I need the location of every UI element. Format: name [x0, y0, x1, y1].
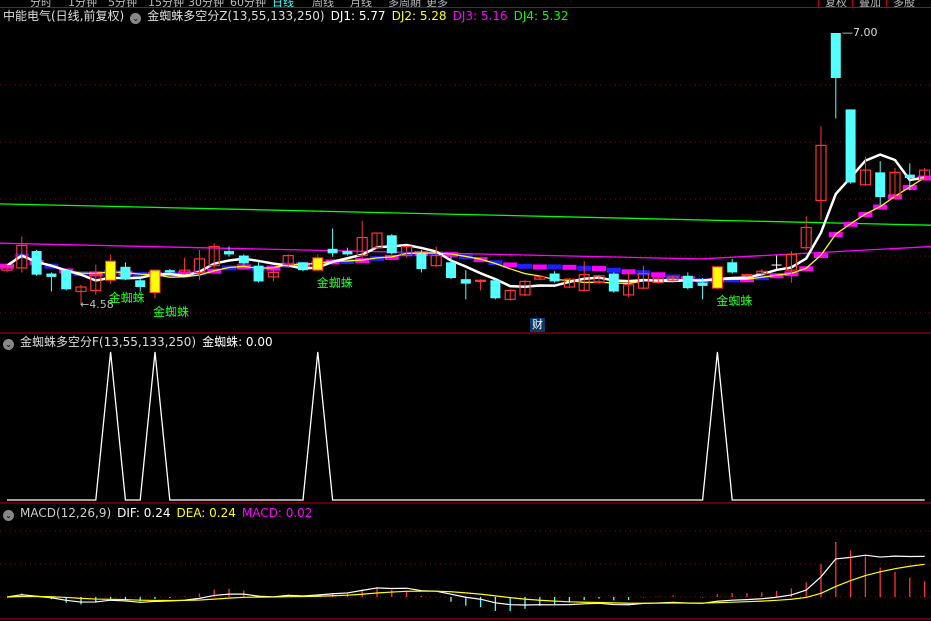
candle-body-down — [238, 255, 249, 264]
high-price-label: —7.00 — [842, 26, 878, 39]
candle-body-down — [416, 253, 427, 270]
candle-body-down — [727, 262, 738, 273]
band-block — [592, 266, 606, 272]
band-block — [606, 267, 621, 273]
signal-label: 金蜘蛛 — [316, 276, 353, 290]
band-block — [518, 263, 532, 269]
candle-body-down — [904, 174, 915, 178]
signal-label: 金蜘蛛 — [716, 294, 753, 308]
dif-line — [6, 554, 925, 606]
candle-body-up — [741, 274, 753, 277]
band-block — [651, 272, 666, 278]
candle-body-down — [46, 273, 57, 277]
candle-body-down — [342, 251, 353, 255]
signal-label: 金蜘蛛 — [108, 291, 145, 305]
candle-body-down — [446, 262, 456, 279]
signal-label: 金蜘蛛 — [153, 305, 190, 319]
candle-body-down — [460, 279, 471, 284]
candle-body-down — [697, 282, 708, 286]
candle-body-signal — [312, 257, 324, 271]
candle-body-down — [682, 275, 693, 289]
candle-body-down — [164, 270, 175, 273]
candle-body-down — [771, 264, 782, 266]
candle-body-signal — [105, 260, 117, 281]
candle-body-up — [475, 279, 487, 283]
candle-body-down — [120, 266, 131, 280]
candle-body-down — [549, 273, 560, 282]
candle-body-down — [253, 265, 264, 282]
kline-chart[interactable] — [0, 0, 931, 621]
candle-body-down — [490, 280, 501, 299]
band-block — [562, 264, 577, 270]
candle-body-down — [830, 33, 841, 78]
candle-body-down — [327, 248, 338, 254]
candle-body-down — [135, 280, 146, 288]
band-block — [547, 264, 562, 270]
candle-body-signal — [149, 269, 161, 294]
band-block — [532, 264, 547, 270]
candle-body-down — [298, 262, 308, 271]
candle-body-down — [386, 235, 397, 254]
candle-body-down — [608, 273, 619, 292]
candle-body-down — [875, 172, 886, 198]
finance-marker[interactable]: 财 — [530, 318, 545, 332]
candle-body-down — [61, 270, 72, 290]
candle-body-down — [31, 251, 42, 275]
candle-body-down — [845, 109, 856, 183]
candle-body-down — [224, 251, 234, 255]
dj4-line — [0, 203, 931, 226]
high-price-value: 7.00 — [853, 26, 878, 39]
candle-body-signal — [711, 266, 723, 289]
f-indicator-line — [7, 351, 925, 501]
